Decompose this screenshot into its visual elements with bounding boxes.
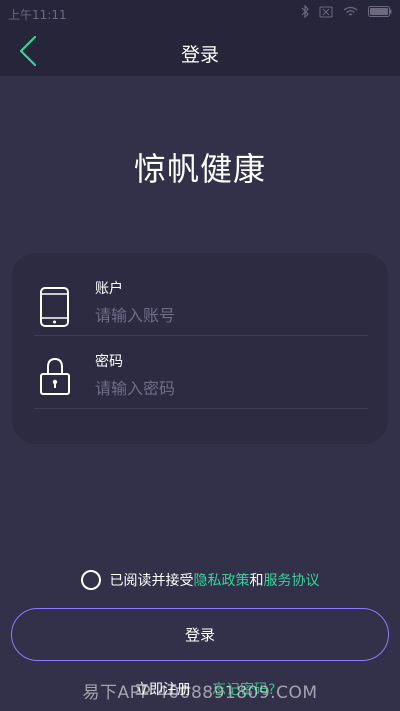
- app-bar: 登录: [0, 26, 400, 76]
- bluetooth-icon: [301, 5, 309, 18]
- forgot-password-link[interactable]: 忘记密码?: [212, 679, 275, 699]
- password-input[interactable]: [95, 379, 355, 398]
- wifi-icon: [343, 6, 358, 16]
- agreement-and: 和: [249, 573, 264, 589]
- app-name: 惊帆健康: [133, 150, 266, 188]
- agreement-prefix: 已阅读并接受: [109, 573, 194, 589]
- account-row: 账户: [34, 263, 368, 336]
- register-link[interactable]: 立即注册: [135, 679, 191, 699]
- agreement-radio[interactable]: [80, 570, 101, 590]
- password-row: 密码: [34, 336, 368, 409]
- status-bar: 上午11:11: [0, 0, 400, 26]
- lock-icon: [40, 357, 70, 395]
- status-icons: [301, 5, 392, 18]
- service-agreement-link[interactable]: 服务协议: [264, 570, 320, 590]
- phone-icon: [40, 287, 69, 327]
- no-sim-icon: [319, 6, 333, 17]
- login-form-card: 账户 密码: [12, 253, 388, 444]
- login-button[interactable]: 登录: [11, 608, 389, 661]
- watermark: 易下APP 4008891809.COM: [82, 683, 318, 703]
- password-label: 密码: [95, 354, 123, 370]
- account-label: 账户: [95, 281, 123, 297]
- status-time: 上午11:11: [8, 8, 67, 22]
- battery-icon: [368, 6, 392, 17]
- privacy-policy-link[interactable]: 隐私政策: [194, 570, 250, 590]
- page-title: 登录: [180, 44, 219, 66]
- agreement-row: 已阅读并接受 隐私政策 和 服务协议: [0, 569, 400, 591]
- account-input[interactable]: [95, 306, 355, 325]
